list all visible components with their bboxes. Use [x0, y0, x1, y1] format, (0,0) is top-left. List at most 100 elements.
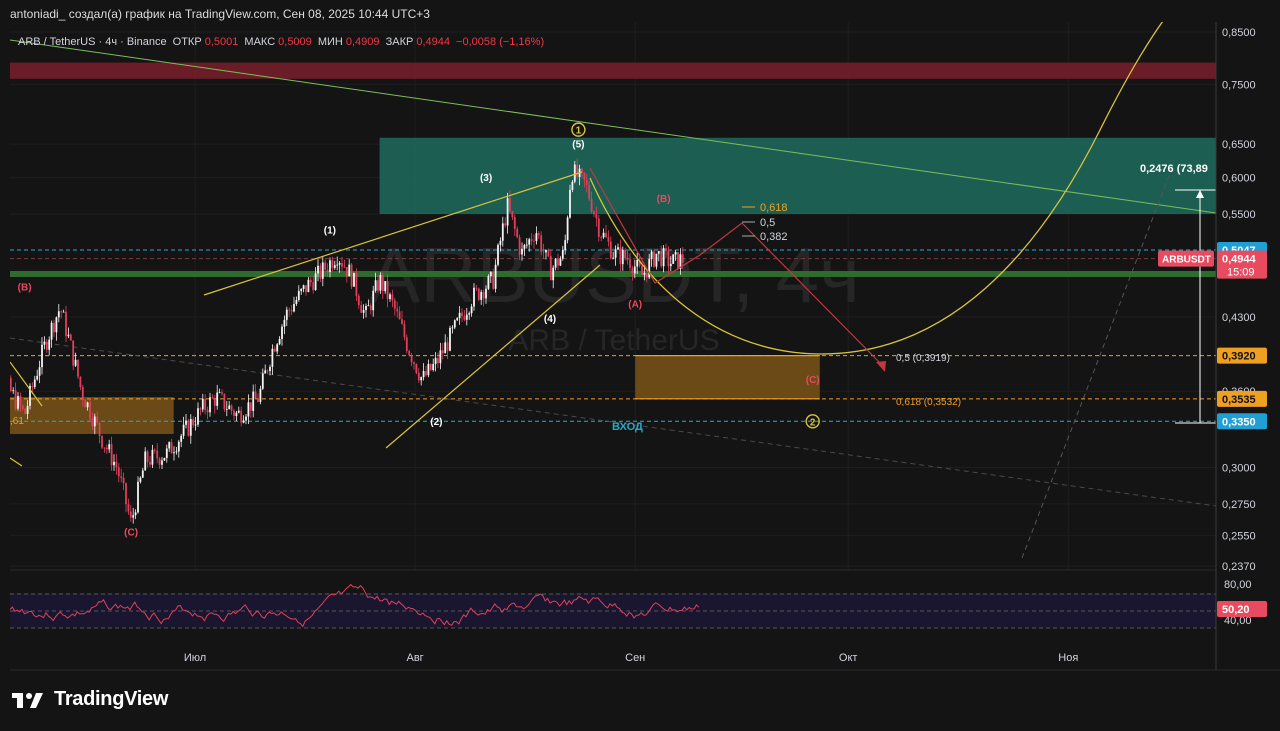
- candle-27: [45, 341, 48, 350]
- candle-70: [149, 462, 151, 465]
- candle-156: [355, 272, 358, 296]
- candle-139: [314, 273, 317, 291]
- candle-164: [374, 280, 377, 291]
- chart-canvas[interactable]: ARBUSDT, 4чARB / TetherUS0,2476 (73,890,…: [0, 0, 1280, 731]
- candle-281: [655, 253, 658, 267]
- legend-low: 0,4909: [345, 36, 380, 48]
- candle-123: [276, 344, 279, 352]
- x-tick-2: Сен: [625, 652, 645, 664]
- candle-120: [269, 366, 271, 372]
- candle-53: [108, 444, 111, 450]
- candle-74: [158, 458, 161, 465]
- candle-124: [278, 338, 281, 345]
- candle-39: [74, 359, 77, 366]
- candle-131: [295, 300, 298, 304]
- candle-101: [223, 393, 226, 410]
- legend-open-label: ОТКР: [172, 36, 202, 48]
- candle-90: [197, 408, 199, 425]
- legend-high: 0,5009: [278, 36, 312, 48]
- candle-167: [381, 275, 384, 292]
- candle-113: [252, 391, 255, 411]
- candle-134: [302, 285, 305, 289]
- watermark-name: ARB / TetherUS: [508, 324, 719, 357]
- candle-260: [605, 232, 607, 238]
- candle-211: [487, 276, 490, 289]
- candle-207: [477, 288, 480, 300]
- candle-177: [405, 337, 408, 352]
- candle-129: [290, 310, 293, 312]
- candle-213: [492, 271, 495, 289]
- candle-60: [125, 483, 127, 505]
- wave-label-3: (4): [544, 314, 556, 325]
- candle-104: [230, 405, 233, 411]
- candle-116: [259, 388, 262, 402]
- candle-99: [218, 392, 221, 394]
- candle-171: [391, 294, 394, 301]
- candle-248: [576, 164, 579, 177]
- y-tick-4: 0,5500: [1222, 209, 1256, 221]
- candle-52: [105, 447, 108, 450]
- candle-138: [312, 282, 315, 291]
- candle-17: [21, 405, 24, 409]
- candle-222: [513, 217, 516, 229]
- candle-94: [206, 409, 209, 413]
- candle-199: [458, 312, 461, 319]
- candle-153: [348, 264, 351, 277]
- candle-54: [110, 444, 113, 466]
- candle-273: [636, 260, 639, 267]
- legend-symbol[interactable]: ARB / TetherUS · 4ч · Binance: [18, 36, 167, 48]
- candle-118: [264, 370, 267, 374]
- candle-130: [293, 303, 295, 312]
- candle-78: [168, 442, 171, 449]
- candle-148: [336, 264, 339, 266]
- candle-287: [669, 263, 672, 267]
- wave-label-7: (C): [806, 375, 820, 386]
- candle-98: [216, 392, 219, 406]
- candle-121: [271, 348, 274, 367]
- candle-107: [237, 410, 240, 413]
- candle-244: [566, 217, 569, 241]
- candle-288: [672, 254, 675, 264]
- candle-282: [657, 251, 660, 254]
- candle-196: [451, 327, 454, 329]
- candle-152: [345, 267, 348, 277]
- candle-150: [341, 263, 343, 267]
- candle-246: [571, 181, 574, 190]
- candle-92: [201, 398, 204, 410]
- candle-192: [441, 350, 444, 354]
- tradingview-brand: TradingView: [54, 688, 169, 710]
- candle-41: [79, 376, 82, 388]
- candle-200: [461, 312, 463, 317]
- wave-label-9: (C): [124, 527, 138, 538]
- candle-126: [283, 319, 286, 327]
- candle-133: [300, 288, 303, 291]
- candle-44: [86, 402, 89, 408]
- legend-open: 0,5001: [204, 36, 239, 48]
- candle-176: [403, 323, 406, 338]
- candle-83: [180, 435, 183, 442]
- candle-165: [377, 280, 379, 291]
- candle-110: [245, 416, 247, 421]
- circled-label-0: 1: [576, 126, 582, 137]
- candle-290: [677, 252, 679, 269]
- wave-label-0: (1): [324, 225, 336, 236]
- y-tick-10: 0,2370: [1222, 561, 1256, 573]
- candle-183: [420, 377, 423, 381]
- candle-284: [662, 248, 665, 267]
- candle-147: [333, 265, 336, 268]
- candle-258: [600, 236, 603, 238]
- candle-69: [146, 451, 149, 463]
- candle-106: [235, 412, 238, 417]
- candle-77: [165, 448, 168, 458]
- candle-32: [57, 311, 60, 318]
- symbol-legend[interactable]: ARB / TetherUS · 4ч · Binance ОТКР 0,5001…: [18, 36, 547, 48]
- candle-286: [667, 251, 670, 267]
- candle-21: [31, 385, 34, 387]
- candle-55: [113, 461, 115, 466]
- tradingview-logo[interactable]: TradingView: [12, 688, 168, 711]
- candle-132: [297, 290, 300, 301]
- wave-label-6: (B): [657, 194, 671, 205]
- candle-186: [427, 363, 430, 376]
- candle-112: [249, 402, 252, 411]
- candle-197: [453, 320, 456, 328]
